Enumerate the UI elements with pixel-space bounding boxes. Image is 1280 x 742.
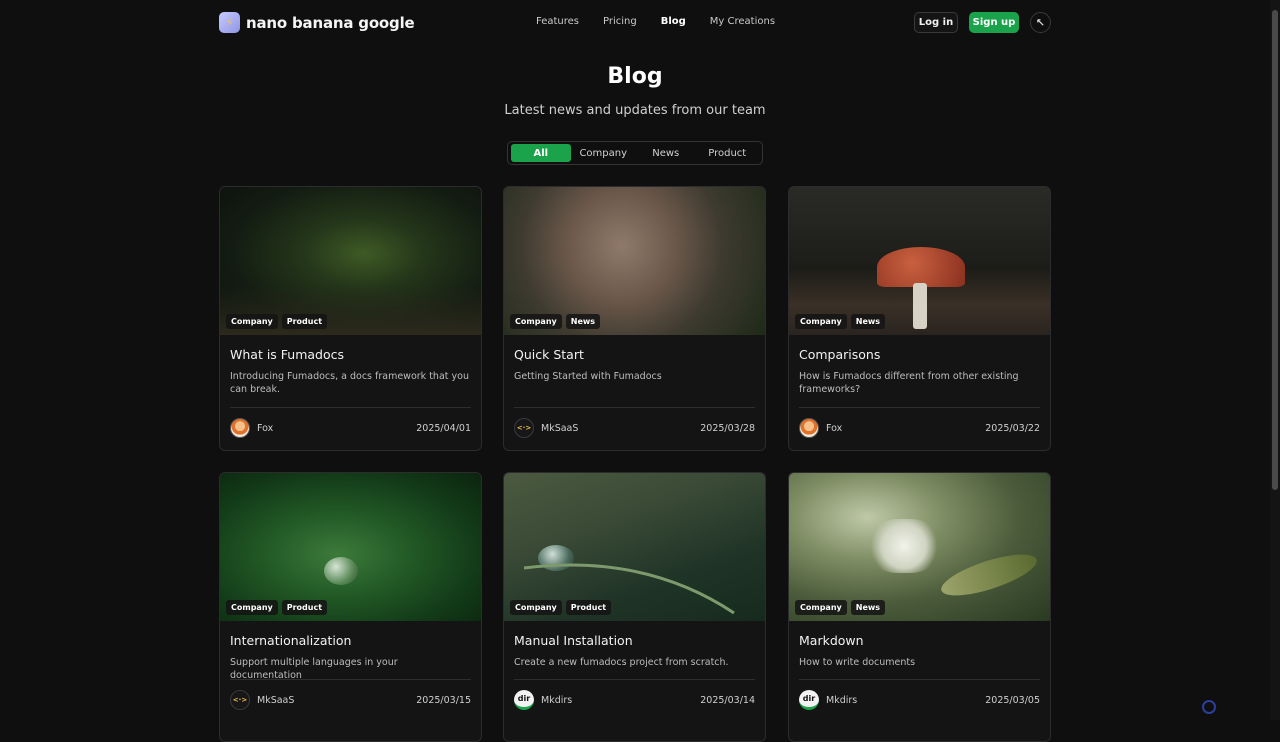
- post-card[interactable]: Company News Quick Start Getting Started…: [503, 186, 766, 451]
- post-card[interactable]: Company Product Manual Installation Crea…: [503, 472, 766, 742]
- dir-avatar-icon: dir: [799, 690, 819, 710]
- tag-list: Company Product: [226, 600, 328, 615]
- page-scrollbar[interactable]: [1270, 0, 1280, 720]
- floating-help-icon[interactable]: [1202, 700, 1216, 714]
- tag-list: Company News: [510, 314, 601, 329]
- tag-list: Company News: [795, 314, 886, 329]
- post-thumbnail: Company Product: [220, 187, 481, 335]
- divider: [799, 407, 1040, 408]
- tag-list: Company Product: [226, 314, 328, 329]
- frost-crystal: [869, 519, 939, 573]
- theme-toggle-icon[interactable]: [1030, 12, 1051, 33]
- post-description: How to write documents: [799, 657, 916, 668]
- post-date: 2025/03/28: [700, 423, 755, 434]
- post-date: 2025/03/15: [416, 695, 471, 706]
- grass-blade: [523, 563, 735, 615]
- tag-list: Company News: [795, 600, 886, 615]
- post-date: 2025/04/01: [416, 423, 471, 434]
- tag-badge[interactable]: Company: [510, 600, 562, 615]
- scrollbar-thumb[interactable]: [1272, 10, 1278, 490]
- post-title[interactable]: Comparisons: [799, 347, 880, 362]
- post-date: 2025/03/14: [700, 695, 755, 706]
- divider: [514, 679, 755, 680]
- post-card[interactable]: Company Product What is Fumadocs Introdu…: [219, 186, 482, 451]
- tag-badge[interactable]: News: [565, 314, 601, 329]
- page-subtitle: Latest news and updates from our team: [504, 103, 766, 118]
- post-title[interactable]: What is Fumadocs: [230, 347, 344, 362]
- post-thumbnail: Company Product: [504, 473, 765, 621]
- code-avatar-icon: <·>: [514, 418, 534, 438]
- post-thumbnail: Company Product: [220, 473, 481, 621]
- post-card[interactable]: Company Product Internationalization Sup…: [219, 472, 482, 742]
- post-author: Mkdirs: [826, 695, 858, 706]
- tag-badge[interactable]: Company: [226, 314, 278, 329]
- page-title: Blog: [607, 64, 663, 89]
- main-nav: Features Pricing Blog My Creations: [536, 16, 775, 27]
- divider: [799, 679, 1040, 680]
- tag-badge[interactable]: Product: [281, 314, 328, 329]
- divider: [514, 407, 755, 408]
- mushroom-cap: [877, 247, 965, 287]
- divider: [230, 679, 471, 680]
- tab-company[interactable]: Company: [571, 144, 636, 162]
- site-header: ⚡ nano banana google Features Pricing Bl…: [0, 0, 1270, 46]
- post-author: Fox: [257, 423, 274, 434]
- post-description: How is Fumadocs different from other exi…: [799, 371, 1019, 395]
- post-title[interactable]: Markdown: [799, 633, 864, 648]
- tab-product[interactable]: Product: [696, 144, 759, 162]
- tab-all[interactable]: All: [511, 144, 571, 162]
- brand-name: nano banana google: [246, 13, 415, 32]
- tag-badge[interactable]: News: [850, 600, 886, 615]
- code-avatar-icon: <·>: [230, 690, 250, 710]
- post-title[interactable]: Manual Installation: [514, 633, 633, 648]
- brand-link[interactable]: ⚡ nano banana google: [219, 12, 415, 33]
- fox-avatar-icon: [230, 418, 250, 438]
- post-description: Getting Started with Fumadocs: [514, 371, 662, 382]
- tag-badge[interactable]: Company: [795, 600, 847, 615]
- tag-badge[interactable]: News: [850, 314, 886, 329]
- post-card[interactable]: Company News Markdown How to write docum…: [788, 472, 1051, 742]
- login-button[interactable]: Log in: [914, 12, 958, 33]
- nav-item-blog[interactable]: Blog: [661, 16, 686, 27]
- category-filter: All Company News Product: [507, 141, 763, 165]
- tag-list: Company Product: [510, 600, 612, 615]
- tag-badge[interactable]: Company: [795, 314, 847, 329]
- signup-button[interactable]: Sign up: [969, 12, 1019, 33]
- nav-item-pricing[interactable]: Pricing: [603, 16, 637, 27]
- post-thumbnail: Company News: [504, 187, 765, 335]
- leaf: [937, 546, 1041, 604]
- post-thumbnail: Company News: [789, 473, 1050, 621]
- post-date: 2025/03/22: [985, 423, 1040, 434]
- post-author: Fox: [826, 423, 843, 434]
- dir-avatar-icon: dir: [514, 690, 534, 710]
- post-card[interactable]: Company News Comparisons How is Fumadocs…: [788, 186, 1051, 451]
- divider: [230, 407, 471, 408]
- post-author: Mkdirs: [541, 695, 573, 706]
- post-description: Introducing Fumadocs, a docs framework t…: [230, 371, 469, 395]
- nav-item-my-creations[interactable]: My Creations: [710, 16, 775, 27]
- fox-avatar-icon: [799, 418, 819, 438]
- tag-badge[interactable]: Product: [565, 600, 612, 615]
- post-author: MkSaaS: [541, 423, 579, 434]
- post-title[interactable]: Quick Start: [514, 347, 584, 362]
- post-title[interactable]: Internationalization: [230, 633, 351, 648]
- tab-news[interactable]: News: [636, 144, 696, 162]
- water-drop: [324, 557, 358, 585]
- nav-item-features[interactable]: Features: [536, 16, 579, 27]
- post-thumbnail: Company News: [789, 187, 1050, 335]
- tag-badge[interactable]: Company: [510, 314, 562, 329]
- lightning-logo-icon: ⚡: [219, 12, 240, 33]
- post-author: MkSaaS: [257, 695, 295, 706]
- mushroom-stem: [913, 283, 927, 329]
- tag-badge[interactable]: Company: [226, 600, 278, 615]
- tag-badge[interactable]: Product: [281, 600, 328, 615]
- post-description: Create a new fumadocs project from scrat…: [514, 657, 729, 668]
- post-date: 2025/03/05: [985, 695, 1040, 706]
